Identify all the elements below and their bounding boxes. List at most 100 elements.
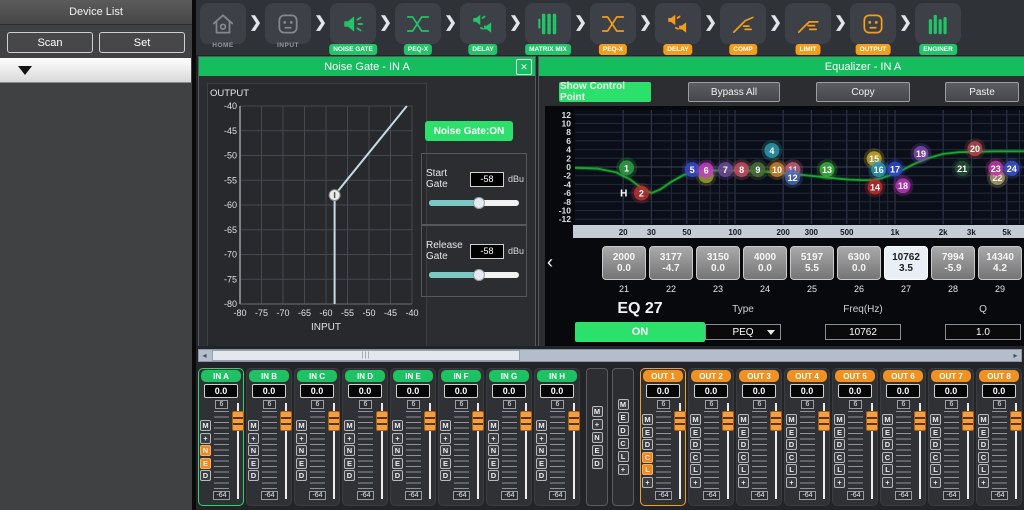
bus-button-plus[interactable]: +	[618, 464, 629, 475]
channel-strip-out-3[interactable]: OUT 30.0MEDCL+6-64	[736, 368, 782, 506]
strip-button-plus[interactable]: +	[248, 433, 259, 444]
gain-value[interactable]: 0.0	[646, 384, 680, 398]
channel-label[interactable]: IN C	[297, 370, 337, 382]
channel-strip-in-f[interactable]: IN F0.0M+NED6-64	[438, 368, 484, 506]
eq-on-button[interactable]: ON	[575, 322, 705, 342]
strip-button-d[interactable]: D	[834, 439, 845, 450]
gain-value[interactable]: 0.0	[204, 384, 238, 398]
fader-handle[interactable]	[866, 411, 878, 431]
strip-button-l[interactable]: L	[978, 464, 989, 475]
strip-button-plus[interactable]: +	[834, 477, 845, 488]
strip-button-n[interactable]: N	[200, 445, 211, 456]
fader-handle[interactable]	[280, 411, 292, 431]
gain-value[interactable]: 0.0	[886, 384, 920, 398]
toolbar-item-home[interactable]: HOME	[200, 3, 246, 55]
strip-button-e[interactable]: E	[690, 427, 701, 438]
eq-point-6[interactable]: 6	[696, 160, 717, 181]
set-button[interactable]: Set	[99, 32, 185, 53]
strip-button-m[interactable]: M	[882, 414, 893, 425]
eq-band-cell-23[interactable]: 31500.0	[696, 246, 740, 280]
eq-band-cell-29[interactable]: 143404.2	[978, 246, 1022, 280]
strip-button-l[interactable]: L	[690, 464, 701, 475]
bus-button-c[interactable]: C	[618, 438, 629, 449]
bus-button-m[interactable]: M	[592, 406, 603, 417]
channel-label[interactable]: OUT 8	[979, 370, 1019, 382]
channel-strip-in-a[interactable]: IN A0.0M+NED6-64	[198, 368, 244, 506]
gain-value[interactable]: 0.0	[982, 384, 1016, 398]
strip-button-n[interactable]: N	[248, 445, 259, 456]
strip-button-d[interactable]: D	[392, 470, 403, 481]
gain-value[interactable]: 0.0	[300, 384, 334, 398]
fader-handle[interactable]	[962, 411, 974, 431]
eq-point-21[interactable]: 21	[952, 158, 973, 179]
strip-button-c[interactable]: C	[978, 452, 989, 463]
gain-value[interactable]: 0.0	[396, 384, 430, 398]
paste-button[interactable]: Paste	[945, 82, 1019, 102]
fader-handle[interactable]	[674, 411, 686, 431]
scrollbar-left-arrow-icon[interactable]: ◂	[199, 350, 210, 361]
toolbar-item-comp[interactable]: COMP	[720, 3, 766, 55]
gain-value[interactable]: 0.0	[694, 384, 728, 398]
q-input[interactable]: 1.0	[945, 324, 1021, 340]
strip-button-n[interactable]: N	[536, 445, 547, 456]
strip-button-e[interactable]: E	[536, 458, 547, 469]
strip-button-l[interactable]: L	[930, 464, 941, 475]
eq-point-24[interactable]: 24	[1001, 158, 1022, 179]
strip-button-n[interactable]: N	[440, 445, 451, 456]
toolbar-item-limit[interactable]: LIMIT	[785, 3, 831, 55]
strip-button-e[interactable]: E	[930, 427, 941, 438]
channel-label[interactable]: IN B	[249, 370, 289, 382]
eq-band-cell-28[interactable]: 7994-5.9	[931, 246, 975, 280]
strip-button-l[interactable]: L	[738, 464, 749, 475]
strip-button-e[interactable]: E	[642, 427, 653, 438]
strip-button-m[interactable]: M	[690, 414, 701, 425]
channel-strip-out-4[interactable]: OUT 40.0MEDCL+6-64	[784, 368, 830, 506]
eq-band-cell-24[interactable]: 40000.0	[743, 246, 787, 280]
strip-button-d[interactable]: D	[344, 470, 355, 481]
eq-band-cell-27[interactable]: 107623.5	[884, 246, 928, 280]
channel-strip-in-b[interactable]: IN B0.0M+NED6-64	[246, 368, 292, 506]
eq-point-12[interactable]: 12	[782, 167, 803, 188]
strip-button-m[interactable]: M	[440, 420, 451, 431]
gain-value[interactable]: 0.0	[934, 384, 968, 398]
gain-value[interactable]: 0.0	[492, 384, 526, 398]
fader-handle[interactable]	[1010, 411, 1022, 431]
strip-button-plus[interactable]: +	[296, 433, 307, 444]
channel-label[interactable]: OUT 3	[739, 370, 779, 382]
strip-button-d[interactable]: D	[882, 439, 893, 450]
channel-strip-out-1[interactable]: OUT 10.0MEDCL+6-64	[640, 368, 686, 506]
strip-button-c[interactable]: C	[882, 452, 893, 463]
strip-button-e[interactable]: E	[392, 458, 403, 469]
strip-button-l[interactable]: L	[834, 464, 845, 475]
channel-label[interactable]: IN E	[393, 370, 433, 382]
band-scroll-left-icon[interactable]: ‹	[547, 252, 553, 273]
fader-handle[interactable]	[472, 411, 484, 431]
toolbar-item-delay[interactable]: DELAY	[460, 3, 506, 55]
fader-handle[interactable]	[568, 411, 580, 431]
copy-button[interactable]: Copy	[816, 82, 910, 102]
strip-button-e[interactable]: E	[200, 458, 211, 469]
fader-handle[interactable]	[914, 411, 926, 431]
strip-button-c[interactable]: C	[690, 452, 701, 463]
bypass-all-button[interactable]: Bypass All	[688, 82, 780, 102]
strip-button-e[interactable]: E	[440, 458, 451, 469]
strip-button-c[interactable]: C	[642, 452, 653, 463]
gain-value[interactable]: 0.0	[540, 384, 574, 398]
eq-point-18[interactable]: 18	[892, 175, 913, 196]
strip-button-n[interactable]: N	[488, 445, 499, 456]
strip-button-m[interactable]: M	[200, 420, 211, 431]
bus-button-m[interactable]: M	[618, 399, 629, 410]
channel-label[interactable]: OUT 2	[691, 370, 731, 382]
strip-button-plus[interactable]: +	[690, 477, 701, 488]
strip-button-e[interactable]: E	[882, 427, 893, 438]
strip-button-d[interactable]: D	[738, 439, 749, 450]
strip-button-d[interactable]: D	[248, 470, 259, 481]
bus-button-n[interactable]: N	[592, 432, 603, 443]
scan-button[interactable]: Scan	[7, 32, 93, 53]
fader-handle[interactable]	[520, 411, 532, 431]
strip-button-m[interactable]: M	[642, 414, 653, 425]
strip-button-e[interactable]: E	[786, 427, 797, 438]
fader-handle[interactable]	[376, 411, 388, 431]
strip-button-m[interactable]: M	[344, 420, 355, 431]
toolbar-item-matrix-mix[interactable]: MATRIX MIX	[525, 3, 571, 55]
